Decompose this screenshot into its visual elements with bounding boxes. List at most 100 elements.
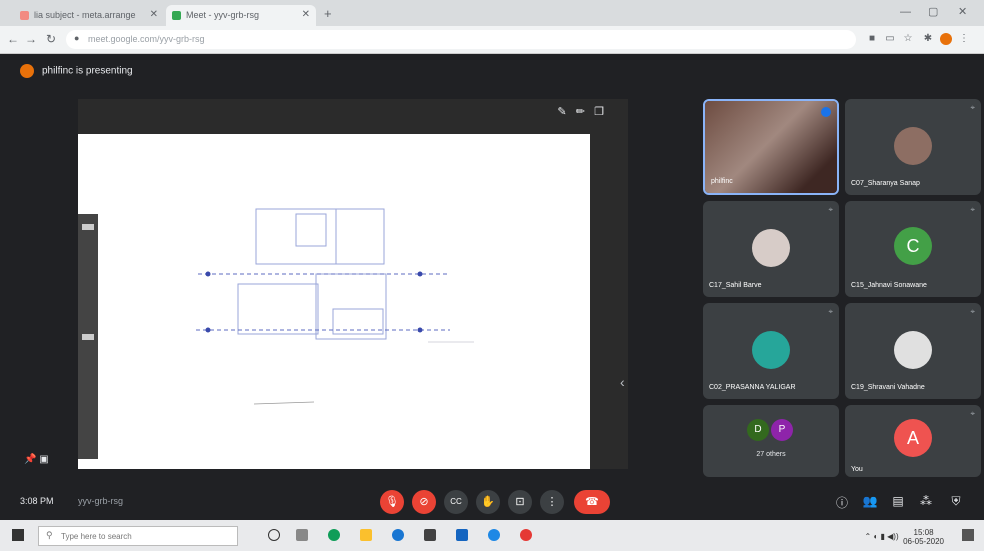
camera-off-icon[interactable]: ⊘ <box>412 490 436 514</box>
task-view-icon[interactable] <box>268 529 280 541</box>
participant-tile[interactable]: C ⌖ C15_Jahnavi Sonawane <box>845 201 981 297</box>
edge-icon[interactable] <box>392 529 404 541</box>
meeting-time: 3:08 PM <box>20 496 54 506</box>
info-icon[interactable]: ⓘ <box>834 494 850 511</box>
bookmark-star-icon[interactable]: ☆ <box>902 33 914 45</box>
presenting-text: philfinc is presenting <box>42 65 133 77</box>
collapse-chevron-icon[interactable]: ‹ <box>620 374 625 390</box>
pin-icon[interactable]: ⌖ <box>970 103 975 113</box>
pin-icon[interactable]: ⌖ <box>970 307 975 317</box>
file-explorer-icon[interactable] <box>296 529 308 541</box>
shared-screen: ✎ ✏ ❐ <box>78 99 628 469</box>
browser-tab-1[interactable]: lia subject - meta.arrange ✕ <box>14 5 164 26</box>
minimize-button[interactable]: — <box>900 6 911 18</box>
participant-tile[interactable]: ⌖ C07_Sharanya Sanap <box>845 99 981 195</box>
pen-icon: ✎ <box>557 106 567 118</box>
folder-icon[interactable] <box>360 529 372 541</box>
mic-off-icon[interactable]: 🎙 <box>380 490 404 514</box>
participant-name: C07_Sharanya Sanap <box>851 180 920 187</box>
others-count: 27 others <box>756 451 786 458</box>
windows-taskbar: ⚲ Type here to search ⌃ ◐ ▮ ◀)) 15:08 06… <box>0 520 984 551</box>
shared-screen-sidebar <box>78 214 98 459</box>
extension-icon[interactable]: ✱ <box>922 33 934 45</box>
pencil-icon: ✏ <box>575 106 585 118</box>
chrome-icon[interactable] <box>328 529 340 541</box>
participant-tile[interactable]: ⌖ C19_Shravani Vahadne <box>845 303 981 399</box>
meet-control-bar: 3:08 PM yyv-grb-rsg 🎙 ⊘ CC ✋ ⊡ ⋮ ☎ ⓘ 👥 ▤… <box>0 482 984 518</box>
meet-favicon-icon <box>172 11 181 20</box>
cast-icon[interactable]: ▭ <box>884 33 896 45</box>
participant-tile[interactable]: philfinc <box>703 99 839 195</box>
pin-icon[interactable]: ⌖ <box>828 307 833 317</box>
taskbar-search-input[interactable]: ⚲ Type here to search <box>38 526 238 546</box>
chat-icon[interactable]: ▤ <box>890 494 906 508</box>
mail-icon[interactable] <box>456 529 468 541</box>
pin-presentation-icon[interactable]: 📌 ▣ <box>24 454 49 465</box>
camera-indicator-icon[interactable]: ■ <box>866 33 878 45</box>
self-name: You <box>851 466 863 473</box>
windows-start-icon[interactable] <box>12 529 24 541</box>
profile-avatar[interactable] <box>940 33 952 45</box>
close-window-button[interactable]: ✕ <box>958 5 967 18</box>
floor-plan-drawing <box>196 208 474 405</box>
present-screen-icon[interactable]: ⊡ <box>508 490 532 514</box>
browser-tab-bar: lia subject - meta.arrange ✕ Meet - yyv-… <box>0 0 984 26</box>
participant-avatar <box>752 229 790 267</box>
tab-label: Meet - yyv-grb-rsg <box>186 10 260 20</box>
notifications-icon[interactable] <box>962 529 974 541</box>
store-icon[interactable] <box>424 529 436 541</box>
address-bar-row: ← → ↻ ● meet.google.com/yyv-grb-rsg ■ ▭ … <box>0 26 984 54</box>
maximize-button[interactable]: ▢ <box>928 5 938 18</box>
meeting-code: yyv-grb-rsg <box>78 496 124 506</box>
participant-letter-avatar: C <box>894 227 932 265</box>
pin-icon[interactable]: ⌖ <box>970 409 975 419</box>
forward-arrow-icon[interactable]: → <box>24 32 38 46</box>
security-shield-icon[interactable]: ⛨ <box>948 494 964 509</box>
others-avatar: D <box>747 419 769 441</box>
presenter-avatar <box>20 64 34 78</box>
url-input[interactable]: ● meet.google.com/yyv-grb-rsg <box>66 30 856 49</box>
lock-icon: ● <box>74 33 80 43</box>
participant-name: C15_Jahnavi Sonawane <box>851 282 927 289</box>
chrome-window-icon[interactable] <box>520 529 532 541</box>
close-tab-icon[interactable]: ✕ <box>302 9 310 20</box>
tray-icons[interactable]: ⌃ ◐ ▮ ◀)) <box>865 532 899 541</box>
others-avatar: P <box>771 419 793 441</box>
tab-label: lia subject - meta.arrange <box>34 10 136 20</box>
raise-hand-icon[interactable]: ✋ <box>476 490 500 514</box>
participant-name: philfinc <box>711 178 733 185</box>
copy-icon: ❐ <box>594 106 604 118</box>
participant-tile[interactable]: ⌖ C02_PRASANNA YALIGAR <box>703 303 839 399</box>
reload-icon[interactable]: ↻ <box>44 32 58 46</box>
participant-name: C19_Shravani Vahadne <box>851 384 925 391</box>
clock-date: 06-05-2020 <box>903 537 944 546</box>
menu-icon[interactable]: ⋮ <box>958 33 970 45</box>
floor-plan-document <box>78 134 590 469</box>
participant-avatar <box>894 127 932 165</box>
browser-tab-2[interactable]: Meet - yyv-grb-rsg ✕ <box>166 5 316 26</box>
shared-screen-toolbar: ✎ ✏ ❐ <box>557 105 604 118</box>
end-call-icon[interactable]: ☎ <box>574 490 610 514</box>
participant-name: C17_Sahil Barve <box>709 282 762 289</box>
back-arrow-icon[interactable]: ← <box>6 32 20 46</box>
app-icon[interactable] <box>488 529 500 541</box>
sidebar-marker <box>82 334 94 340</box>
self-letter-avatar: A <box>894 419 932 457</box>
pin-icon[interactable]: ⌖ <box>970 205 975 215</box>
new-tab-button[interactable]: + <box>324 6 332 21</box>
meet-window: philfinc is presenting ✎ ✏ ❐ 📌 ▣ ‹ philf… <box>0 54 984 518</box>
others-tile[interactable]: D P 27 others <box>703 405 839 477</box>
self-tile[interactable]: A ⌖ You <box>845 405 981 477</box>
pin-icon[interactable]: ⌖ <box>828 205 833 215</box>
more-options-icon[interactable]: ⋮ <box>540 490 564 514</box>
people-icon[interactable]: 👥 <box>862 494 878 508</box>
participant-avatar <box>752 331 790 369</box>
participant-name: C02_PRASANNA YALIGAR <box>709 384 796 391</box>
presenter-banner: philfinc is presenting <box>20 64 133 78</box>
activities-icon[interactable]: ⁂ <box>918 494 934 508</box>
search-placeholder: Type here to search <box>61 532 132 541</box>
participant-tile[interactable]: ⌖ C17_Sahil Barve <box>703 201 839 297</box>
url-text: meet.google.com/yyv-grb-rsg <box>88 34 205 44</box>
close-tab-icon[interactable]: ✕ <box>150 9 158 20</box>
captions-button[interactable]: CC <box>444 490 468 514</box>
